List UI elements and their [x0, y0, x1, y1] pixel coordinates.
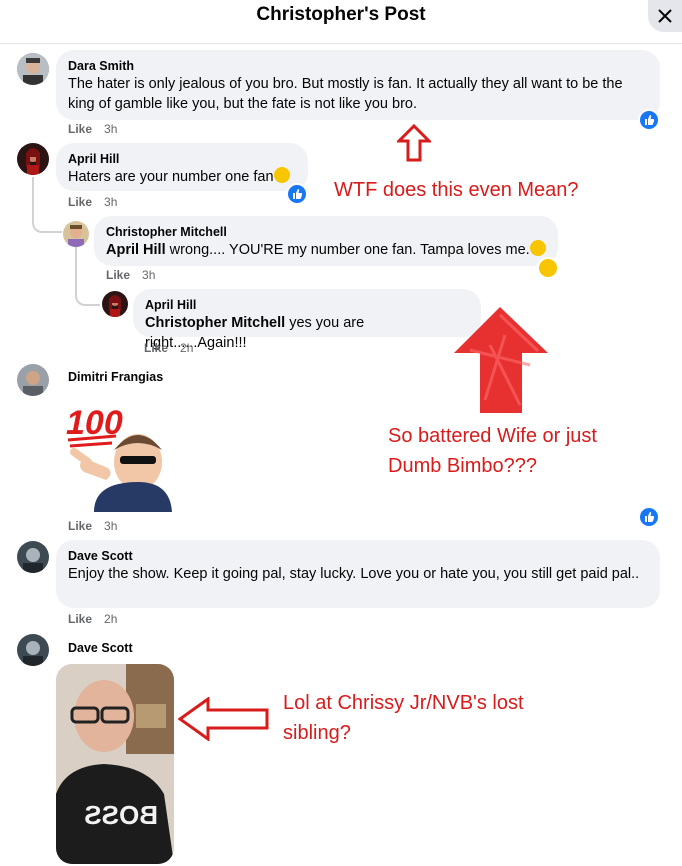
comment-meta: Like 3h: [68, 519, 117, 533]
laughing-emoji-icon: [273, 167, 290, 183]
comment-author[interactable]: April Hill: [68, 151, 296, 167]
comment-time[interactable]: 2h: [104, 612, 117, 626]
comment-bubble: April Hill Christopher Mitchell yes you …: [133, 289, 481, 351]
like-reaction-icon[interactable]: [638, 506, 660, 528]
avatar[interactable]: [17, 634, 49, 666]
comment-text: Enjoy the show. Keep it going pal, stay …: [68, 566, 640, 582]
comment-meta: Like 3h: [68, 195, 117, 209]
post-header: Christopher's Post: [0, 0, 682, 44]
comment-bubble: Dara Smith The hater is only jealous of …: [56, 50, 660, 120]
comment-text: Haters are your number one fan: [68, 169, 274, 185]
annotation-text: WTF does this even Mean?: [334, 179, 579, 201]
post-title: Christopher's Post: [256, 4, 426, 25]
like-button[interactable]: Like: [144, 341, 168, 355]
comment-time[interactable]: 3h: [104, 519, 117, 533]
like-button[interactable]: Like: [106, 268, 130, 282]
comment-author[interactable]: April Hill: [145, 297, 469, 313]
rolling-laughing-emoji-icon: [529, 240, 546, 256]
comment-time[interactable]: 2h: [180, 341, 193, 355]
like-reaction-icon[interactable]: [638, 109, 660, 131]
like-button[interactable]: Like: [68, 519, 92, 533]
like-button[interactable]: Like: [68, 122, 92, 136]
comment-author[interactable]: Dave Scott: [68, 548, 648, 564]
like-button[interactable]: Like: [68, 195, 92, 209]
close-button[interactable]: [648, 0, 682, 32]
avatar[interactable]: [102, 291, 128, 317]
like-button[interactable]: Like: [68, 612, 92, 626]
comment-meta: Like 3h: [68, 122, 117, 136]
close-icon: [658, 9, 672, 23]
avatar[interactable]: [17, 53, 49, 85]
comment-text: wrong.... YOU'RE my number one fan. Tamp…: [165, 242, 530, 258]
comment-text: The hater is only jealous of you bro. Bu…: [68, 76, 623, 112]
red-arrow-up-icon: [454, 307, 548, 413]
mention-link[interactable]: Christopher Mitchell: [145, 315, 285, 331]
thread-line: [32, 177, 62, 233]
outline-arrow-up-icon: [397, 124, 431, 162]
comment-author[interactable]: Dara Smith: [68, 58, 648, 74]
mention-link[interactable]: April Hill: [106, 242, 166, 258]
avatar[interactable]: [17, 541, 49, 573]
comment-meta: Like 2h: [68, 612, 117, 626]
comment-author[interactable]: Christopher Mitchell: [106, 224, 546, 240]
avatar[interactable]: [17, 143, 49, 175]
laughing-reaction-icon[interactable]: [537, 257, 559, 279]
comment-meta: Like 2h: [144, 341, 193, 355]
comment-bubble: April Hill Haters are your number one fa…: [56, 143, 308, 191]
comment-author[interactable]: Dave Scott: [68, 641, 133, 655]
comment-time[interactable]: 3h: [104, 122, 117, 136]
outline-arrow-left-icon: [178, 697, 269, 741]
avatar[interactable]: [17, 364, 49, 396]
comment-bubble: Dave Scott Enjoy the show. Keep it going…: [56, 540, 660, 608]
annotation-text: So battered Wife or just Dumb Bimbo???: [388, 425, 597, 477]
comment-meta: Like 3h: [106, 268, 155, 282]
annotation-text: Lol at Chrissy Jr/NVB's lost sibling?: [283, 692, 524, 744]
comment-author[interactable]: Dimitri Frangias: [68, 370, 163, 384]
comment-bubble: Christopher Mitchell April Hill wrong...…: [94, 216, 558, 266]
shirt-text: BOSS: [84, 800, 158, 830]
sticker: 100: [64, 392, 172, 512]
comment-photo[interactable]: BOSS: [56, 664, 174, 864]
comment-time[interactable]: 3h: [142, 268, 155, 282]
like-reaction-icon[interactable]: [286, 183, 308, 205]
avatar[interactable]: [63, 221, 89, 247]
comment-time[interactable]: 3h: [104, 195, 117, 209]
